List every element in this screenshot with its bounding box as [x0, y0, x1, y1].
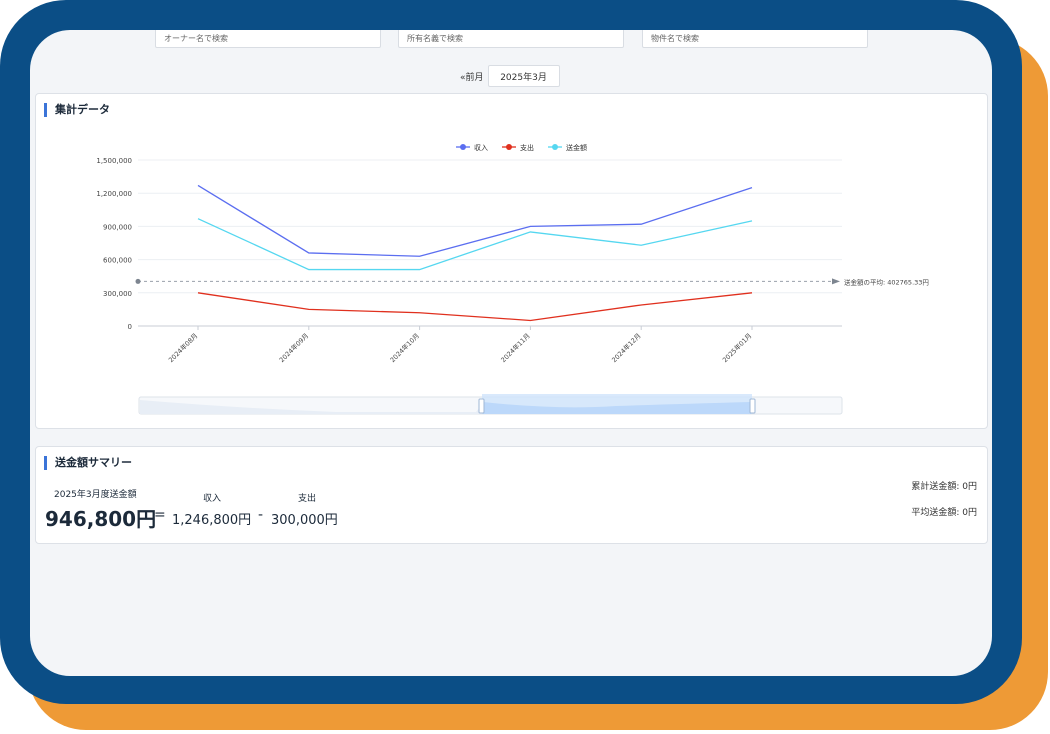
- transfer-summary-title: 送金額サマリー: [44, 456, 132, 470]
- legend-marker: [552, 144, 558, 150]
- minus-sign: -: [258, 507, 264, 523]
- owner-search-input[interactable]: [155, 30, 381, 48]
- series-line-支出: [197, 292, 753, 322]
- transfer-summary-card: 送金額サマリー 2025年3月度送金額 946,800円 = 収入 1,246,…: [35, 446, 988, 544]
- income-label: 収入: [203, 494, 222, 504]
- transfer-month-label: 2025年3月度送金額: [54, 490, 137, 500]
- search-row: [30, 30, 992, 50]
- zoom-slider-left-handle[interactable]: [478, 398, 485, 414]
- legend-marker: [506, 144, 512, 150]
- y-tick-label: 0: [128, 323, 132, 331]
- y-tick-label: 600,000: [103, 257, 132, 265]
- legend-label: 送金額: [566, 143, 587, 152]
- x-tick-label: 2024年08月: [166, 331, 199, 364]
- legend-label: 収入: [474, 144, 488, 152]
- y-tick-label: 1,200,000: [96, 190, 132, 198]
- expense-amount: 300,000円: [271, 513, 338, 528]
- y-tick-label: 1,500,000: [96, 157, 132, 165]
- month-navigation: «前月 2025年3月: [460, 65, 560, 87]
- month-select[interactable]: 2025年3月: [487, 65, 560, 87]
- x-tick-label: 2025年01月: [720, 331, 753, 364]
- prev-month-link[interactable]: «前月: [460, 70, 484, 83]
- property-search-input[interactable]: [642, 30, 868, 48]
- series-line-収入: [197, 184, 753, 257]
- legend-label: 支出: [520, 143, 534, 152]
- x-tick-label: 2024年09月: [277, 331, 310, 364]
- y-tick-label: 900,000: [103, 223, 132, 231]
- legend-marker: [460, 144, 466, 150]
- average-line-arrow: [832, 278, 840, 285]
- x-tick-label: 2024年11月: [499, 331, 532, 364]
- aggregate-data-card: 集計データ 1,500,000 1,200,000 900,000 600,000 30…: [35, 93, 988, 429]
- zoom-slider-right-handle[interactable]: [749, 398, 756, 414]
- y-tick-label: 300,000: [103, 290, 132, 298]
- x-tick-label: 2024年10月: [388, 331, 421, 364]
- average-line-start-marker: [135, 278, 141, 284]
- income-amount: 1,246,800円: [172, 513, 252, 528]
- average-line-label: 送金額の平均: 402765.33円: [844, 277, 929, 286]
- cumulative-transfer: 累計送金額: 0円: [911, 482, 977, 492]
- line-chart: 1,500,000 1,200,000 900,000 600,000 300,000 0…: [96, 143, 929, 415]
- average-transfer: 平均送金額: 0円: [911, 508, 977, 518]
- holder-search-input[interactable]: [398, 30, 624, 48]
- transfer-amount: 946,800円: [45, 507, 157, 531]
- app-screen: «前月 2025年3月 集計データ 1,500,0001,200,000900,…: [30, 30, 992, 676]
- equals-sign: =: [154, 507, 166, 523]
- x-tick-label: 2024年12月: [610, 331, 643, 364]
- expense-label: 支出: [298, 494, 317, 504]
